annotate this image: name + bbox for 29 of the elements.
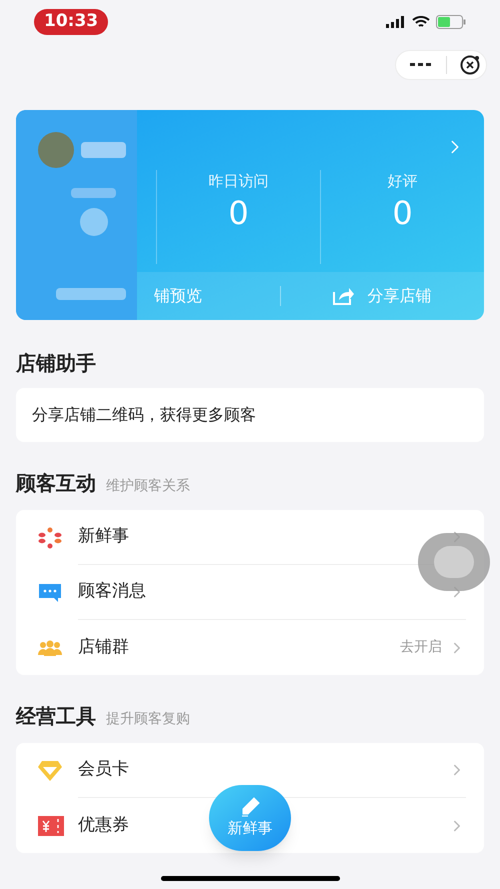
- signal-icon: [386, 16, 406, 28]
- time: 10:33: [34, 9, 108, 35]
- coupon-icon: [38, 816, 64, 836]
- section-subtitle: 提升顾客复购: [106, 710, 190, 729]
- menu-item-label[interactable]: 店铺群: [78, 634, 129, 660]
- flower-icon: [38, 526, 62, 548]
- group-icon: [38, 638, 62, 656]
- more-icon[interactable]: [410, 62, 432, 68]
- menu-item-label[interactable]: 顾客消息: [78, 579, 146, 605]
- section-title: 顾客互动: [16, 470, 96, 497]
- stat-value: 0: [392, 192, 413, 232]
- section-title: 经营工具: [16, 703, 96, 730]
- section-title: 店铺助手: [16, 350, 97, 377]
- pencil-icon: [240, 796, 260, 817]
- chat-icon: [38, 582, 62, 602]
- menu-item-label[interactable]: 优惠券: [78, 812, 129, 838]
- close-icon[interactable]: [459, 54, 481, 76]
- section-subtitle: 维护顾客关系: [106, 477, 190, 496]
- menu-item-label[interactable]: 新鲜事: [78, 524, 129, 550]
- menu-item-label[interactable]: 会员卡: [78, 757, 129, 783]
- tip-card[interactable]: 分享店铺二维码，获得更多顾客: [16, 388, 484, 442]
- share-icon: [333, 287, 356, 305]
- stat-label: 昨日访问: [208, 171, 268, 192]
- wifi-icon: [412, 16, 430, 28]
- diamond-icon: [38, 760, 62, 782]
- stat-value: 0: [228, 192, 249, 232]
- stat-label: 好评: [388, 171, 418, 192]
- battery-icon: [436, 15, 466, 29]
- menu-item-hint: 去开启: [400, 638, 442, 657]
